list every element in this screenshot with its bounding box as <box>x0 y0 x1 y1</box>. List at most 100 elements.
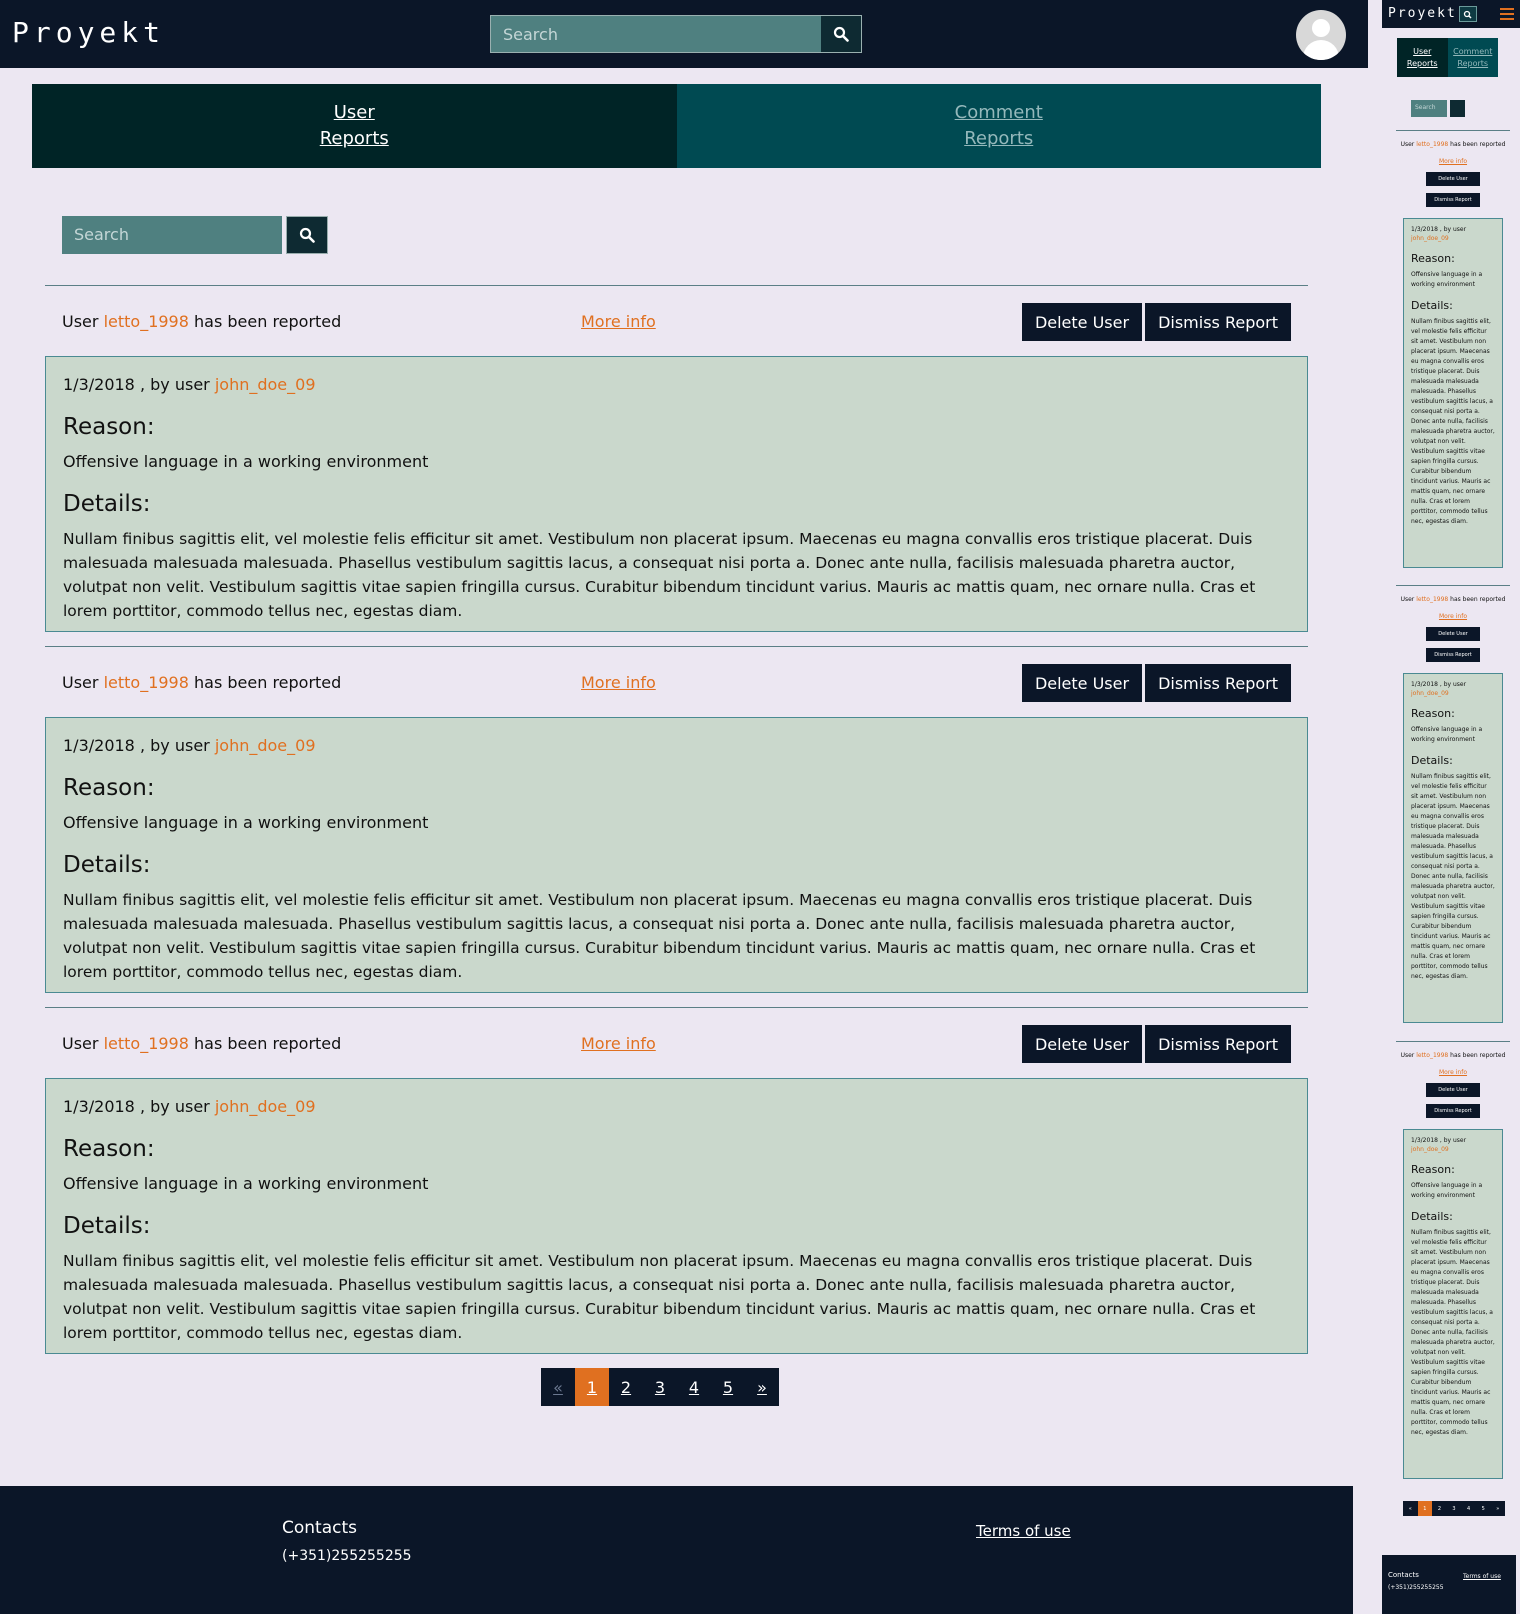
reported-user-link[interactable]: letto_1998 <box>1416 1052 1448 1059</box>
report-prefix: User <box>1400 141 1415 148</box>
header-search-input[interactable]: Search <box>491 16 821 52</box>
tab-user-reports-line2: Reports <box>319 128 389 149</box>
search-icon <box>833 26 849 42</box>
mobile-search-button[interactable] <box>1459 6 1477 22</box>
dismiss-report-button[interactable]: Dismiss Report <box>1145 664 1291 702</box>
mobile-tab-comment-reports[interactable]: Comment Reports <box>1447 38 1498 77</box>
pagination-page-1[interactable]: 1 <box>1417 1501 1433 1516</box>
more-info-link[interactable]: More info <box>581 1034 656 1053</box>
more-info-link[interactable]: More info <box>1396 613 1510 620</box>
more-info-link[interactable]: More info <box>581 673 656 692</box>
details-text: Nullam finibus sagittis elit, vel molest… <box>63 891 1256 981</box>
report-suffix: has been reported <box>194 1034 342 1053</box>
tab-comment-reports[interactable]: Comment Reports <box>676 84 1321 168</box>
pagination-page-5[interactable]: 5 <box>1476 1501 1491 1516</box>
reason-text: Offensive language in a working environm… <box>63 452 429 471</box>
header-search: Search <box>490 15 862 53</box>
mobile-pagination: « 1 2 3 4 5 » <box>1403 1501 1505 1516</box>
mobile-report-item: User letto_1998 has been reported More i… <box>1396 585 1510 1023</box>
reason-text: Offensive language in a working environm… <box>1411 271 1483 288</box>
footer-phone: (+351)255255255 <box>282 1548 412 1564</box>
mobile-search-icon-button[interactable] <box>1450 100 1465 117</box>
tab-comment-reports-line1: Comment <box>954 102 1043 123</box>
dismiss-report-button[interactable]: Dismiss Report <box>1426 648 1480 662</box>
report-actions: Delete User Dismiss Report <box>1021 1025 1291 1063</box>
pagination-page-2[interactable]: 2 <box>609 1368 643 1406</box>
mobile-tab-comment-line1: Comment <box>1453 46 1493 56</box>
terms-of-use-link[interactable]: Terms of use <box>1463 1573 1501 1580</box>
reporter-link[interactable]: john_doe_09 <box>1411 690 1449 697</box>
dismiss-report-button[interactable]: Dismiss Report <box>1145 1025 1291 1063</box>
report-suffix: has been reported <box>1450 141 1506 148</box>
reporter-link[interactable]: john_doe_09 <box>1411 1146 1449 1153</box>
reported-user-link[interactable]: letto_1998 <box>104 312 189 331</box>
pagination-next[interactable]: » <box>1490 1501 1505 1516</box>
more-info-link[interactable]: More info <box>1396 158 1510 165</box>
delete-user-button[interactable]: Delete User <box>1021 1025 1143 1063</box>
divider <box>1396 1041 1510 1042</box>
report-summary-row: User letto_1998 has been reported More i… <box>45 647 1308 717</box>
terms-of-use-link[interactable]: Terms of use <box>976 1522 1071 1540</box>
pagination-page-3[interactable]: 3 <box>643 1368 677 1406</box>
user-avatar-icon[interactable] <box>1296 10 1346 60</box>
reported-user-link[interactable]: letto_1998 <box>1416 596 1448 603</box>
pagination-prev[interactable]: « <box>1403 1501 1418 1516</box>
reason-heading: Reason: <box>63 775 155 801</box>
report-suffix: has been reported <box>194 673 342 692</box>
pagination-page-4[interactable]: 4 <box>1461 1501 1476 1516</box>
report-meta: 1/3/2018 , by user john_doe_09 <box>1411 1136 1495 1154</box>
reporter-link[interactable]: john_doe_09 <box>215 375 316 394</box>
mobile-report-details-card: 1/3/2018 , by user john_doe_09 Reason: Of… <box>1403 218 1503 568</box>
pagination-next[interactable]: » <box>745 1368 779 1406</box>
report-tabs: User Reports Comment Reports <box>32 84 1321 168</box>
reason-text: Offensive language in a working environm… <box>1411 726 1483 743</box>
app-logo[interactable]: Proyekt <box>12 16 165 49</box>
more-info-link[interactable]: More info <box>581 312 656 331</box>
header-search-button[interactable] <box>821 16 861 52</box>
report-by: , by user <box>1439 1137 1467 1144</box>
report-meta: 1/3/2018 , by user john_doe_09 <box>1411 225 1495 243</box>
mobile-app-logo[interactable]: Proyekt <box>1388 6 1457 21</box>
dismiss-report-button[interactable]: Dismiss Report <box>1426 1104 1480 1118</box>
reported-user-link[interactable]: letto_1998 <box>1416 141 1448 148</box>
avatar-body <box>1303 40 1339 60</box>
pagination: « 1 2 3 4 5 » <box>541 1368 779 1406</box>
mobile-report-search: Search <box>1411 100 1473 117</box>
hamburger-menu-icon[interactable] <box>1500 8 1514 23</box>
pagination-page-5[interactable]: 5 <box>711 1368 745 1406</box>
pagination-page-1[interactable]: 1 <box>575 1368 609 1406</box>
pagination-prev[interactable]: « <box>541 1368 575 1406</box>
footer-contacts-heading: Contacts <box>282 1518 357 1538</box>
report-search-button[interactable] <box>286 216 328 254</box>
reporter-link[interactable]: john_doe_09 <box>1411 235 1449 242</box>
pagination-page-3[interactable]: 3 <box>1447 1501 1462 1516</box>
dismiss-report-button[interactable]: Dismiss Report <box>1145 303 1291 341</box>
report-search-input[interactable]: Search <box>62 216 282 254</box>
mobile-tab-user-line1: User <box>1413 46 1432 56</box>
delete-user-button[interactable]: Delete User <box>1021 664 1143 702</box>
delete-user-button[interactable]: Delete User <box>1021 303 1143 341</box>
report-suffix: has been reported <box>1450 1052 1506 1059</box>
mobile-tab-user-reports[interactable]: User Reports <box>1397 38 1448 77</box>
more-info-link[interactable]: More info <box>1396 1069 1510 1076</box>
delete-user-button[interactable]: Delete User <box>1426 172 1480 186</box>
dismiss-report-button[interactable]: Dismiss Report <box>1426 193 1480 207</box>
report-summary-row: User letto_1998 has been reported More i… <box>45 1008 1308 1078</box>
reported-user-link[interactable]: letto_1998 <box>104 673 189 692</box>
details-text: Nullam finibus sagittis elit, vel molest… <box>63 530 1256 620</box>
reporter-link[interactable]: john_doe_09 <box>215 1097 316 1116</box>
desktop-view: Proyekt Search User Reports Comment Report… <box>0 0 1368 1614</box>
mobile-search-input[interactable]: Search <box>1411 100 1447 117</box>
tab-user-reports[interactable]: User Reports <box>32 84 677 168</box>
pagination-page-2[interactable]: 2 <box>1432 1501 1447 1516</box>
reporter-link[interactable]: john_doe_09 <box>215 736 316 755</box>
mobile-preview: Proyekt User Reports Comment Reports Searc… <box>1382 0 1520 1614</box>
mobile-report-details-card: 1/3/2018 , by user john_doe_09 Reason: Of… <box>1403 673 1503 1023</box>
reported-user-link[interactable]: letto_1998 <box>104 1034 189 1053</box>
report-summary-row: User letto_1998 has been reported More i… <box>45 286 1308 356</box>
tab-user-reports-line1: User <box>333 102 375 123</box>
delete-user-button[interactable]: Delete User <box>1426 1083 1480 1097</box>
delete-user-button[interactable]: Delete User <box>1426 627 1480 641</box>
pagination-page-4[interactable]: 4 <box>677 1368 711 1406</box>
report-prefix: User <box>1400 1052 1415 1059</box>
